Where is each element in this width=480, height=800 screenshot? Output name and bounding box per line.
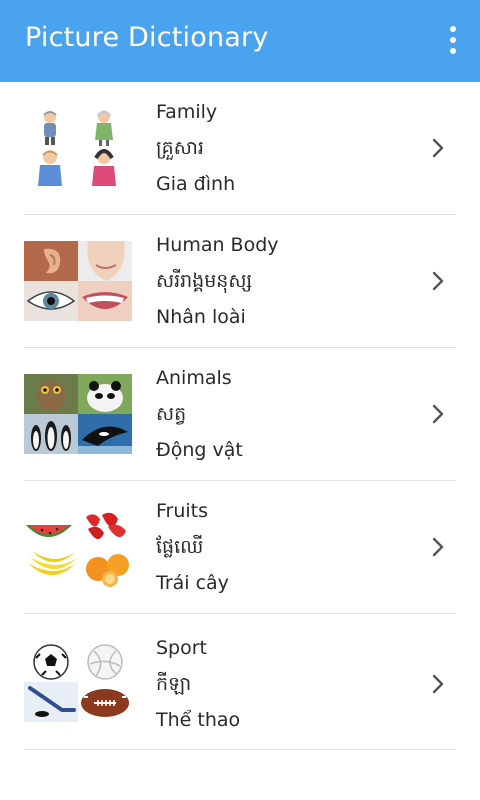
family-thumbnail bbox=[24, 108, 132, 188]
list-item-human-body[interactable]: Human Body សរីរាង្គមនុស្ស Nhân loài bbox=[0, 215, 480, 347]
category-name-en: Fruits bbox=[156, 500, 209, 522]
category-name-en: Human Body bbox=[156, 234, 279, 256]
chevron-right-icon bbox=[432, 674, 444, 694]
category-name-km: ផ្លែឈើ bbox=[156, 536, 204, 558]
chevron-right-icon bbox=[432, 138, 444, 158]
list-item-animals[interactable]: Animals សត្វ Động vật bbox=[0, 348, 480, 480]
app-bar: Picture Dictionary bbox=[0, 0, 480, 82]
list-item-sport[interactable]: Sport កីឡា Thể thao bbox=[0, 614, 480, 749]
category-name-en: Animals bbox=[156, 367, 232, 389]
category-name-km: គ្រួសារ bbox=[156, 137, 204, 159]
human-body-thumbnail bbox=[24, 241, 132, 321]
category-name-km: កីឡា bbox=[156, 673, 192, 695]
list-item-family[interactable]: Family គ្រួសារ Gia đình bbox=[0, 82, 480, 214]
category-name-vi: Thể thao bbox=[156, 709, 241, 731]
list-item-fruits[interactable]: Fruits ផ្លែឈើ Trái cây bbox=[0, 481, 480, 613]
category-name-vi: Trái cây bbox=[156, 572, 229, 594]
category-name-km: សរីរាង្គមនុស្ស bbox=[156, 270, 253, 292]
chevron-right-icon bbox=[432, 404, 444, 424]
category-name-km: សត្វ bbox=[156, 403, 187, 425]
chevron-right-icon bbox=[432, 537, 444, 557]
app-title: Picture Dictionary bbox=[25, 22, 269, 53]
category-name-en: Family bbox=[156, 101, 218, 123]
category-name-vi: Gia đình bbox=[156, 173, 236, 195]
fruits-thumbnail bbox=[24, 507, 132, 587]
sport-thumbnail bbox=[24, 642, 132, 722]
category-name-vi: Nhân loài bbox=[156, 306, 246, 328]
chevron-right-icon bbox=[432, 271, 444, 291]
list-divider bbox=[24, 749, 456, 750]
animals-thumbnail bbox=[24, 374, 132, 454]
category-name-vi: Động vật bbox=[156, 439, 243, 461]
category-name-en: Sport bbox=[156, 637, 208, 659]
overflow-menu-icon[interactable] bbox=[436, 22, 470, 58]
